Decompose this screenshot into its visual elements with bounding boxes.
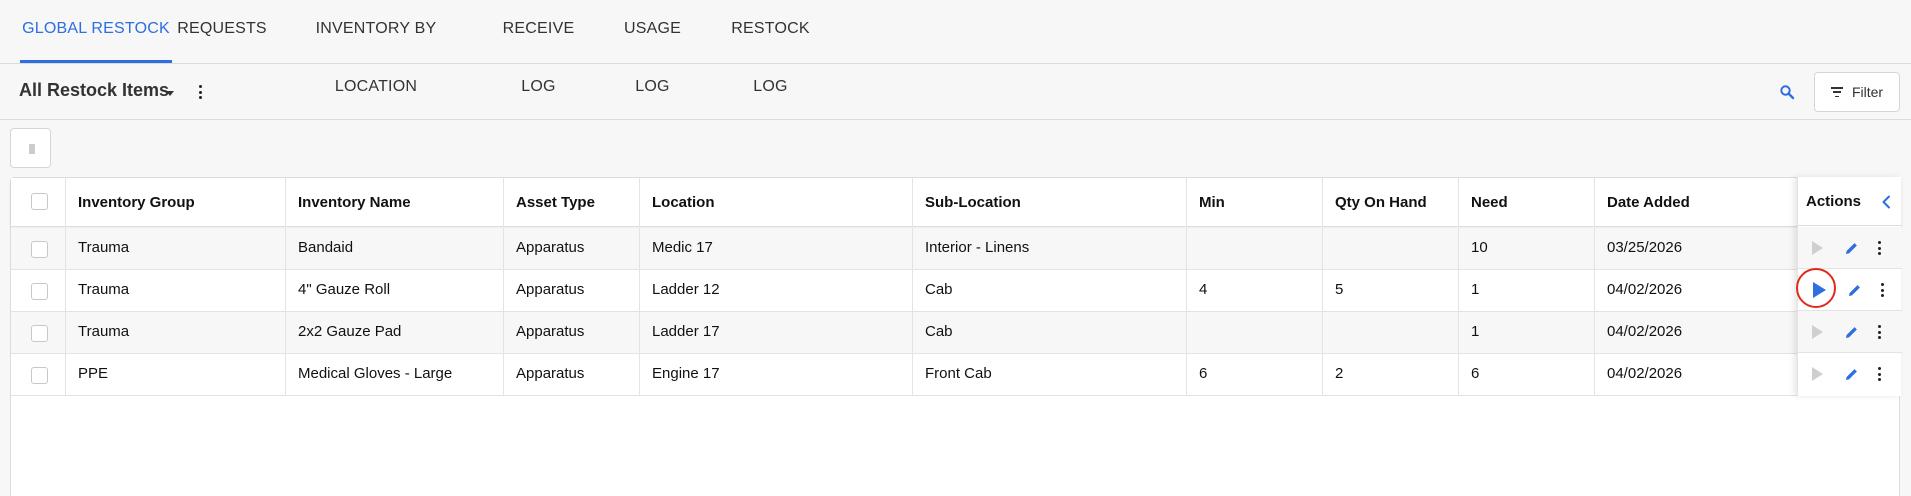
row-actions: [1798, 311, 1902, 353]
tab-usage-log[interactable]: USAGE LOG: [605, 0, 700, 95]
bulk-action-icon: [29, 144, 35, 154]
play-icon[interactable]: [1812, 241, 1823, 255]
column-header-inventory-name[interactable]: Inventory Name: [286, 178, 504, 227]
row-more-kebab-icon[interactable]: [1877, 367, 1881, 381]
column-header-qty-on-hand[interactable]: Qty On Hand: [1323, 178, 1459, 227]
column-header-location[interactable]: Location: [640, 178, 913, 227]
row-select-cell: [11, 354, 66, 396]
cell-location: Ladder 17: [640, 312, 913, 354]
cell-asset-type: Apparatus: [504, 354, 640, 396]
table-row[interactable]: Trauma Bandaid Apparatus Medic 17 Interi…: [11, 228, 1901, 270]
column-header-asset-type[interactable]: Asset Type: [504, 178, 640, 227]
cell-inventory-name: Bandaid: [286, 228, 504, 270]
cell-need: 10: [1459, 228, 1595, 270]
row-select-cell: [11, 228, 66, 270]
table-row[interactable]: PPE Medical Gloves - Large Apparatus Eng…: [11, 354, 1901, 396]
cell-location: Ladder 12: [640, 270, 913, 312]
cell-date-added: 04/02/2026: [1607, 323, 1683, 340]
cell-inventory-group: PPE: [66, 354, 286, 396]
pencil-icon[interactable]: [1844, 241, 1859, 256]
row-actions: [1798, 227, 1902, 269]
row-more-kebab-icon[interactable]: [1880, 283, 1884, 297]
table-row[interactable]: Trauma 4" Gauze Roll Apparatus Ladder 12…: [11, 270, 1901, 312]
search-icon[interactable]: [1779, 84, 1795, 100]
row-select-cell: [11, 312, 66, 354]
restock-table: Inventory Group Inventory Name Asset Typ…: [10, 177, 1901, 496]
cell-inventory-group: Trauma: [66, 312, 286, 354]
column-header-need[interactable]: Need: [1459, 178, 1595, 227]
pencil-icon[interactable]: [1847, 283, 1862, 298]
table-row[interactable]: Trauma 2x2 Gauze Pad Apparatus Ladder 17…: [11, 312, 1901, 354]
actions-header-label: Actions: [1806, 193, 1862, 210]
highlight-ring: [1796, 268, 1836, 308]
cell-inventory-name: 2x2 Gauze Pad: [286, 312, 504, 354]
chevron-left-icon[interactable]: [1881, 195, 1892, 209]
table-header: Inventory Group Inventory Name Asset Typ…: [11, 178, 1901, 227]
column-header-sub-location[interactable]: Sub-Location: [913, 178, 1187, 227]
play-icon[interactable]: [1812, 367, 1823, 381]
cell-asset-type: Apparatus: [504, 312, 640, 354]
tab-receive-log[interactable]: RECEIVE LOG: [485, 0, 592, 95]
tab-restock-log[interactable]: RESTOCK LOG: [712, 0, 829, 95]
select-all-checkbox[interactable]: [31, 193, 48, 210]
play-icon[interactable]: [1812, 325, 1823, 339]
view-selector-title[interactable]: All Restock Items: [19, 80, 169, 101]
cell-need: 1: [1459, 270, 1595, 312]
cell-date-added: 04/02/2026: [1607, 281, 1683, 298]
cell-qty-on-hand: [1323, 312, 1459, 354]
cell-min: [1187, 312, 1323, 354]
cell-sub-location: Cab: [913, 270, 1187, 312]
pencil-icon[interactable]: [1844, 325, 1859, 340]
cell-qty-on-hand: 2: [1323, 354, 1459, 396]
actions-header: Actions: [1798, 177, 1902, 226]
tab-requests[interactable]: REQUESTS: [176, 0, 268, 64]
row-more-kebab-icon[interactable]: [1877, 325, 1881, 339]
pencil-icon[interactable]: [1844, 367, 1859, 382]
row-more-kebab-icon[interactable]: [1877, 241, 1881, 255]
filter-icon: [1830, 87, 1843, 97]
cell-need: 1: [1459, 312, 1595, 354]
view-options-kebab-icon[interactable]: [198, 85, 202, 99]
toolbar: All Restock Items Filter: [0, 64, 1911, 120]
row-checkbox[interactable]: [31, 325, 48, 342]
filter-button-label: Filter: [1851, 84, 1884, 100]
row-select-cell: [11, 270, 66, 312]
cell-inventory-group: Trauma: [66, 270, 286, 312]
cell-inventory-name: Medical Gloves - Large: [286, 354, 504, 396]
column-header-min[interactable]: Min: [1187, 178, 1323, 227]
tab-inventory-by-location[interactable]: INVENTORY BY LOCATION: [280, 0, 472, 95]
cell-sub-location: Cab: [913, 312, 1187, 354]
cell-inventory-name: 4" Gauze Roll: [286, 270, 504, 312]
cell-location: Medic 17: [640, 228, 913, 270]
select-all-cell: [11, 178, 66, 227]
cell-need: 6: [1459, 354, 1595, 396]
cell-qty-on-hand: 5: [1323, 270, 1459, 312]
tab-global-restock[interactable]: GLOBAL RESTOCK: [20, 0, 172, 64]
bulk-action-button[interactable]: [10, 128, 51, 168]
cell-asset-type: Apparatus: [504, 228, 640, 270]
cell-min: 6: [1187, 354, 1323, 396]
cell-inventory-group: Trauma: [66, 228, 286, 270]
row-checkbox[interactable]: [31, 283, 48, 300]
cell-date-added: 04/02/2026: [1607, 365, 1683, 382]
active-tab-indicator: [20, 60, 172, 63]
row-checkbox[interactable]: [31, 241, 48, 258]
row-actions: [1798, 353, 1902, 395]
cell-min: [1187, 228, 1323, 270]
cell-asset-type: Apparatus: [504, 270, 640, 312]
filter-button[interactable]: Filter: [1814, 72, 1900, 112]
row-checkbox[interactable]: [31, 367, 48, 384]
cell-sub-location: Front Cab: [913, 354, 1187, 396]
caret-down-icon[interactable]: [166, 91, 174, 96]
column-header-date-added[interactable]: Date Added: [1595, 178, 1825, 227]
cell-qty-on-hand: [1323, 228, 1459, 270]
tab-bar: GLOBAL RESTOCK REQUESTS INVENTORY BY LOC…: [0, 0, 1911, 95]
cell-sub-location: Interior - Linens: [913, 228, 1187, 270]
cell-location: Engine 17: [640, 354, 913, 396]
cell-min: 4: [1187, 270, 1323, 312]
column-header-inventory-group[interactable]: Inventory Group: [66, 178, 286, 227]
cell-date-added: 03/25/2026: [1607, 239, 1683, 256]
